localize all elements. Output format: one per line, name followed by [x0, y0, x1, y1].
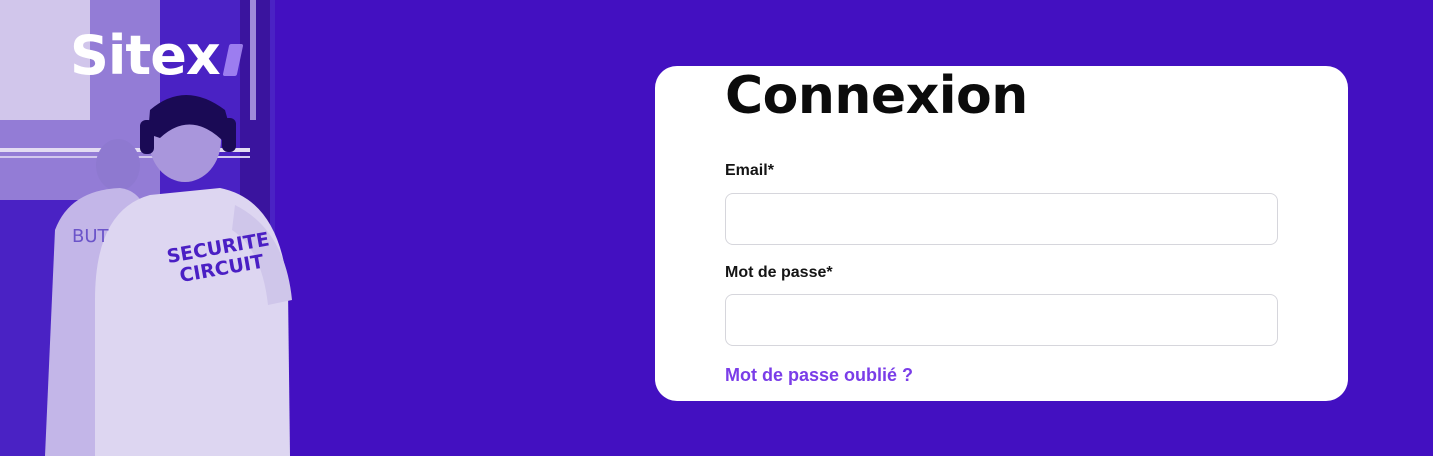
forgot-password-link[interactable]: Mot de passe oublié ?: [725, 365, 913, 386]
page-title: Connexion: [725, 66, 1028, 126]
login-card: Connexion Email* Mot de passe* Mot de pa…: [655, 66, 1348, 401]
shirt-side-text: BUT: [72, 226, 109, 247]
email-label: Email*: [725, 162, 774, 179]
email-field[interactable]: [725, 193, 1278, 245]
brand-logo[interactable]: Sitex: [70, 26, 221, 86]
password-field[interactable]: [725, 294, 1278, 346]
password-label: Mot de passe*: [725, 264, 833, 281]
